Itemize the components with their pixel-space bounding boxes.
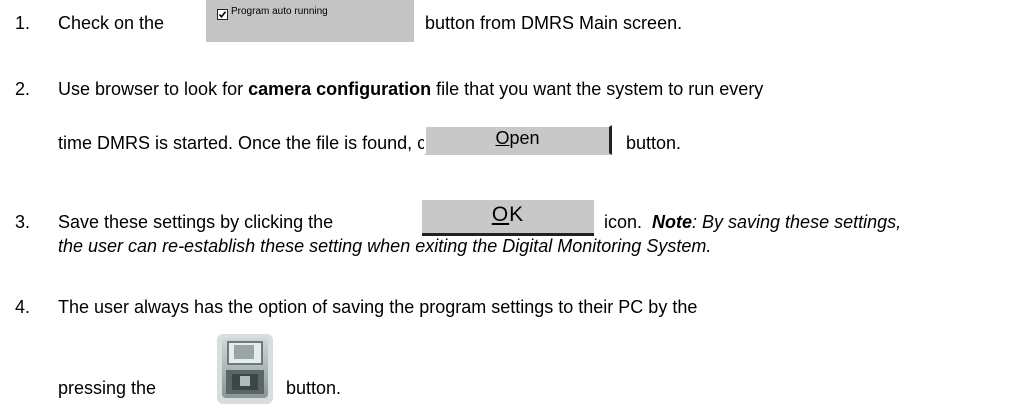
open-mnemonic: O bbox=[495, 128, 510, 148]
checkbox-checked-icon[interactable] bbox=[217, 9, 228, 20]
step-3-note-line-2: the user can re-establish these setting … bbox=[58, 235, 711, 257]
step-number: 3. bbox=[15, 212, 31, 232]
step-3-note: Note: By saving these settings, bbox=[652, 211, 901, 233]
step-2-button-word: button. bbox=[626, 133, 682, 153]
step-2-line-2-before: time DMRS is started. Once the file is f… bbox=[58, 133, 478, 153]
step-1-text-after: button from DMRS Main screen. bbox=[425, 13, 683, 33]
step-4-button-word: button. bbox=[286, 378, 342, 398]
step-4-line-2: pressing the bbox=[58, 377, 156, 399]
step-3-text-after: icon. bbox=[604, 212, 643, 232]
note-text-1: : By saving these settings, bbox=[692, 212, 902, 232]
step-2-line-1: Use browser to look for camera configura… bbox=[58, 78, 763, 100]
ok-label-rest: K bbox=[509, 203, 525, 226]
step-2-line-2-after: button. bbox=[626, 132, 681, 154]
program-auto-running-label: Program auto running bbox=[231, 6, 328, 17]
ok-mnemonic: O bbox=[491, 203, 510, 226]
step-number: 1. bbox=[15, 13, 31, 33]
step-1-text-before: Check on the bbox=[58, 13, 165, 33]
open-label-rest: pen bbox=[509, 128, 540, 148]
step-4-line-1: The user always has the option of saving… bbox=[58, 297, 698, 317]
program-auto-running-button[interactable]: Program auto running bbox=[206, 0, 414, 42]
ok-button-label: OK bbox=[422, 203, 594, 227]
save-settings-button[interactable] bbox=[214, 332, 276, 406]
note-text-2: the user can re-establish these setting … bbox=[58, 236, 712, 256]
camera-configuration-text: camera configuration bbox=[248, 79, 432, 99]
step-4-line-2-after: button. bbox=[286, 377, 341, 399]
open-button[interactable]: Open bbox=[424, 125, 612, 155]
step-3-text-before: Save these settings by clicking the bbox=[58, 212, 334, 232]
floppy-save-icon bbox=[217, 334, 273, 404]
step-number: 2. bbox=[15, 79, 31, 99]
step-2-line-2: time DMRS is started. Once the file is f… bbox=[58, 132, 477, 154]
open-button-label: Open bbox=[426, 128, 609, 149]
ok-button[interactable]: OK bbox=[422, 200, 594, 236]
step-number: 4. bbox=[15, 297, 31, 317]
step-2-text-before: Use browser to look for bbox=[58, 79, 244, 99]
note-label: Note bbox=[652, 212, 692, 232]
step-4-line-2-before: pressing the bbox=[58, 378, 157, 398]
step-2-text-after: file that you want the system to run eve… bbox=[436, 79, 764, 99]
